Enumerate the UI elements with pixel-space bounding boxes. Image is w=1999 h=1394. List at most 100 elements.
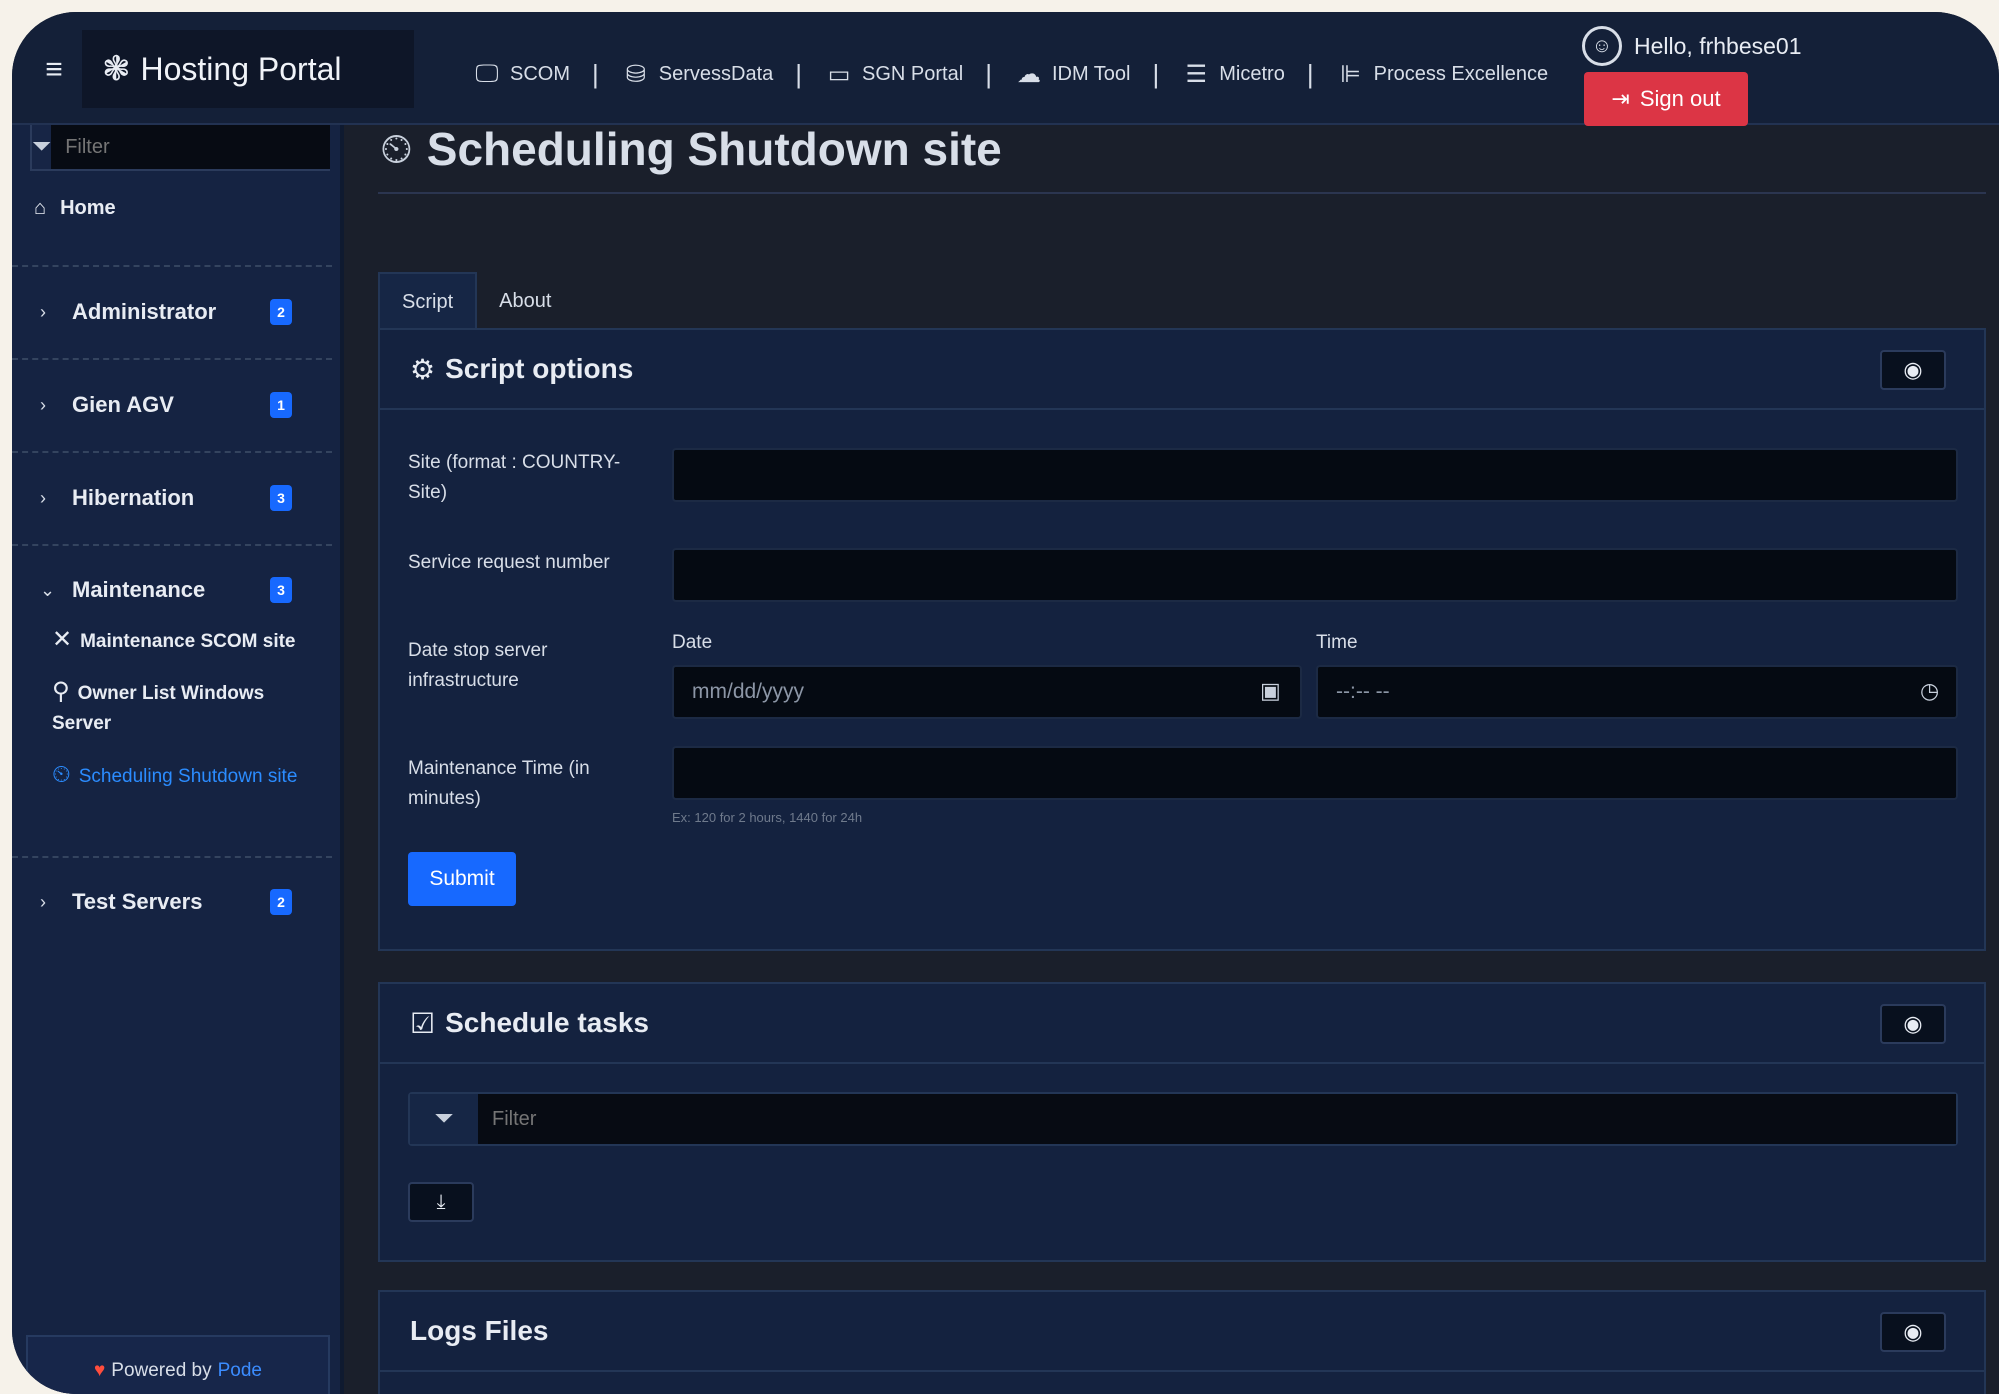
chevron-right-icon: › [40, 487, 46, 508]
brand-title: Hosting Portal [140, 50, 342, 87]
sidebar-divider [12, 358, 332, 360]
chevron-right-icon: › [40, 301, 46, 322]
top-navbar: ≡ ❃ Hosting Portal 🖵 SCOM | ⛁ ServessDat… [12, 12, 1999, 126]
date-input[interactable] [672, 665, 1302, 719]
count-badge: 3 [270, 577, 292, 603]
tab-bar: Script About [378, 272, 573, 330]
sign-out-label: Sign out [1639, 86, 1721, 111]
monitor-icon: 🖵 [475, 60, 499, 87]
eye-icon: ◉ [1903, 1011, 1923, 1036]
card-title: Schedule tasks [445, 1007, 649, 1038]
scheduling-clock-icon: ⏲ [52, 761, 71, 788]
sign-out-button[interactable]: ⇥ Sign out [1584, 72, 1748, 126]
maintenance-time-input[interactable] [672, 746, 1958, 800]
sidebar-filter: ⏷ [30, 125, 331, 171]
submit-button[interactable]: Submit [408, 852, 516, 906]
sidebar-subitem-maintenance-scom-site[interactable]: ✕ Maintenance SCOM site [52, 625, 322, 657]
calendar-icon[interactable]: ▣ [1260, 678, 1281, 704]
site-input[interactable] [672, 448, 1958, 502]
maintenance-time-label: Maintenance Time (in minutes) [408, 758, 590, 809]
sidebar-item-label: Administrator [72, 299, 217, 324]
maintenance-time-hint: Ex: 120 for 2 hours, 1440 for 24h [672, 810, 863, 825]
time-input[interactable] [1316, 665, 1958, 719]
tools-icon: ✕ [52, 626, 73, 653]
count-badge: 3 [270, 485, 292, 511]
nav-item-micetro[interactable]: ☰ Micetro [1171, 60, 1295, 89]
nav-separator: | [1152, 58, 1160, 89]
toggle-visibility-button[interactable]: ◉ [1880, 350, 1946, 390]
eye-icon: ◉ [1903, 357, 1923, 382]
brand-logo-icon: ❃ [102, 50, 131, 88]
sidebar-item-label: Maintenance [72, 577, 206, 602]
card-title: Logs Files [410, 1315, 549, 1346]
sidebar-item-gien-agv[interactable]: › Gien AGV 1 [12, 372, 332, 438]
sidebar: ⏷ ⌂ Home › Administrator 2 › Gien AGV 1 … [12, 125, 344, 1394]
nav-item-label: Micetro [1219, 62, 1285, 85]
database-icon: ⛁ [625, 60, 646, 88]
date-label: Date [672, 632, 713, 653]
nav-item-idm-tool[interactable]: ☁ IDM Tool [1004, 60, 1141, 89]
title-divider [378, 192, 1986, 194]
filter-icon[interactable]: ⏷ [410, 1094, 478, 1144]
top-nav: 🖵 SCOM | ⛁ ServessData | ▭ SGN Portal | … [462, 54, 1558, 94]
download-button[interactable]: ⤓ [408, 1182, 474, 1222]
sidebar-item-test-servers[interactable]: › Test Servers 2 [12, 869, 332, 935]
tasks-filter: ⏷ [408, 1092, 1958, 1146]
script-options-card: ⚙ Script options ◉ Site (format : COUNTR… [378, 328, 1986, 951]
sidebar-subitem-label: Owner List Windows Server [52, 683, 265, 734]
user-info: ☺ Hello, frhbese01 [1582, 26, 1802, 66]
brand[interactable]: ❃ Hosting Portal [82, 30, 414, 108]
gantt-icon: ⊫ [1340, 60, 1362, 88]
nav-item-sgn-portal[interactable]: ▭ SGN Portal [814, 60, 973, 89]
logs-files-card: Logs Files ◉ [378, 1290, 1986, 1394]
filter-icon[interactable]: ⏷ [32, 125, 52, 169]
nav-item-process-excellence[interactable]: ⊫ Process Excellence [1326, 60, 1559, 89]
clock-icon[interactable]: ◷ [1920, 678, 1939, 704]
home-icon: ⌂ [34, 197, 47, 219]
nav-separator: | [592, 58, 599, 89]
sidebar-item-label: Hibernation [72, 485, 195, 510]
sidebar-item-administrator[interactable]: › Administrator 2 [12, 279, 332, 345]
calendar-check-icon: ☑ [410, 1007, 436, 1039]
nav-item-label: Process Excellence [1373, 62, 1549, 85]
sidebar-item-hibernation[interactable]: › Hibernation 3 [12, 465, 332, 531]
chevron-right-icon: › [40, 394, 46, 415]
tab-about[interactable]: About [477, 272, 573, 330]
powered-by-text: Powered by [111, 1360, 212, 1381]
service-request-label: Service request number [408, 552, 610, 573]
nav-item-scom[interactable]: 🖵 SCOM [462, 60, 580, 88]
sidebar-filter-input[interactable] [51, 125, 331, 169]
sidebar-divider [12, 451, 332, 453]
gears-icon: ⚙ [410, 353, 436, 385]
tasks-filter-input[interactable] [478, 1094, 1956, 1144]
sidebar-toggle-icon[interactable]: ≡ [32, 52, 76, 88]
sidebar-subitem-owner-list-windows-server[interactable]: ⚲ Owner List Windows Server [52, 677, 322, 739]
card-header: Logs Files ◉ [380, 1292, 1984, 1372]
count-badge: 2 [270, 889, 292, 915]
nav-item-label: SCOM [510, 62, 570, 85]
sidebar-subitem-scheduling-shutdown-site[interactable]: ⏲ Scheduling Shutdown site [52, 760, 322, 792]
service-request-input[interactable] [672, 548, 1958, 602]
toggle-visibility-button[interactable]: ◉ [1880, 1312, 1946, 1352]
toggle-visibility-button[interactable]: ◉ [1880, 1004, 1946, 1044]
server-icon: ☰ [1185, 60, 1208, 88]
nav-separator: | [795, 58, 803, 89]
page-title: ⏲ Scheduling Shutdown site [380, 122, 1002, 176]
pode-link[interactable]: Pode [218, 1360, 262, 1382]
sidebar-item-label: Test Servers [72, 889, 203, 914]
sidebar-item-label: Gien AGV [72, 392, 174, 417]
count-badge: 2 [270, 299, 292, 325]
sidebar-item-home[interactable]: ⌂ Home [34, 197, 116, 220]
sidebar-item-maintenance[interactable]: ⌄ Maintenance 3 [12, 557, 332, 623]
sidebar-divider [12, 265, 332, 267]
sign-out-icon: ⇥ [1611, 86, 1630, 111]
nav-item-servessdata[interactable]: ⛁ ServessData [611, 60, 784, 89]
card-title: Script options [445, 353, 634, 384]
user-circle-icon: ☺ [1582, 26, 1622, 66]
cloud-lock-icon: ☁ [1016, 60, 1041, 88]
user-search-icon: ⚲ [52, 678, 70, 705]
tab-script[interactable]: Script [378, 272, 478, 330]
sidebar-subitem-label: Scheduling Shutdown site [78, 766, 298, 787]
scheduling-clock-icon: ⏲ [380, 124, 413, 172]
time-label: Time [1316, 632, 1358, 653]
